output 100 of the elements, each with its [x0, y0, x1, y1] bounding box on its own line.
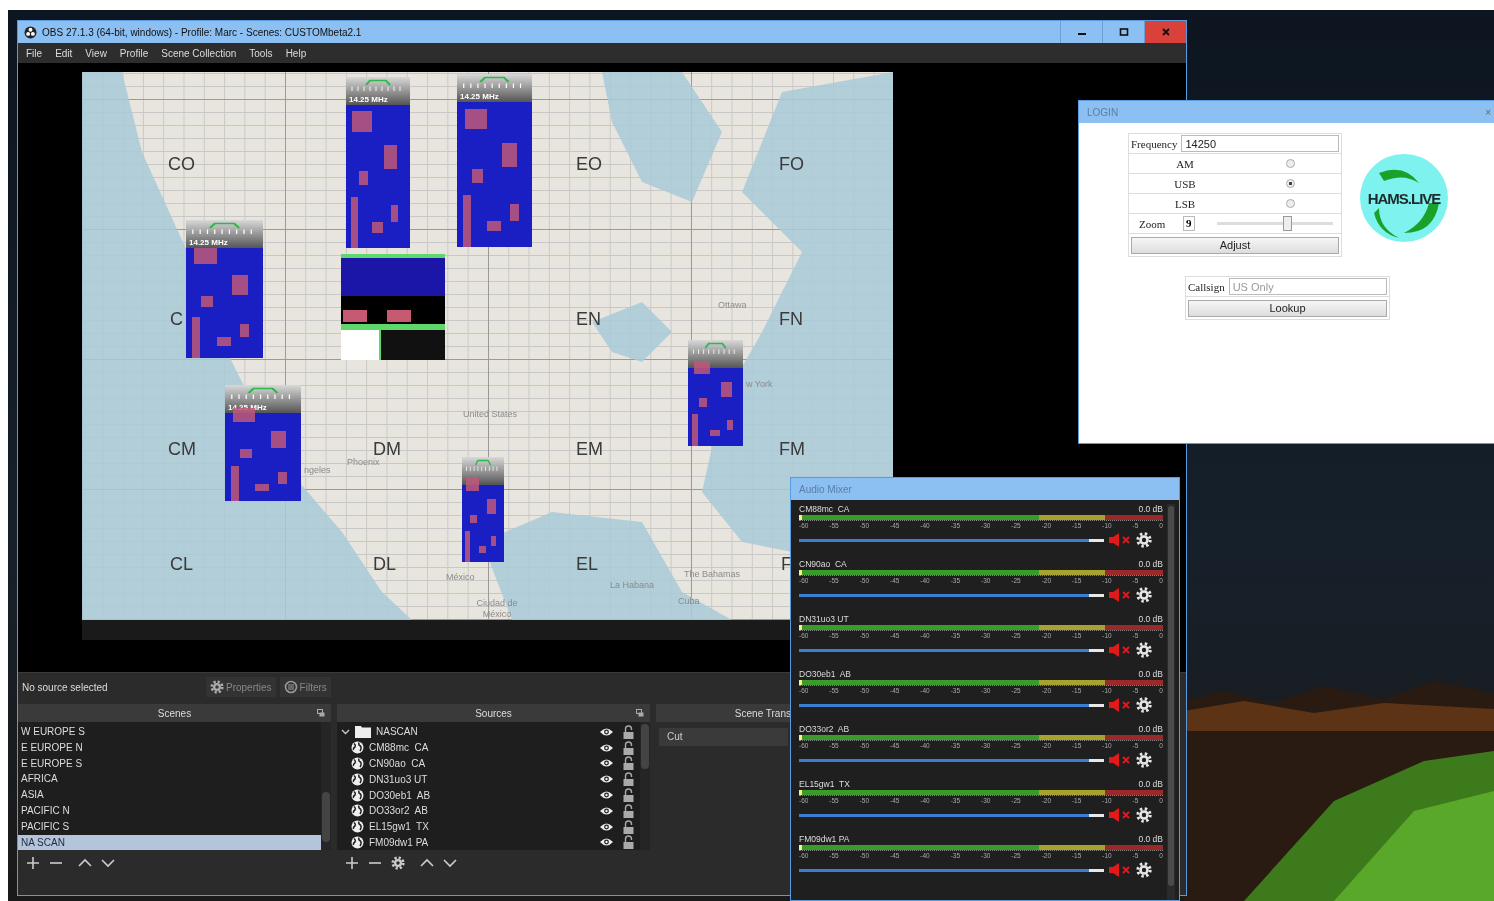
grid-square-label: F [781, 554, 792, 574]
speaker-icon[interactable] [1108, 588, 1132, 602]
source-item[interactable]: NASCAN [337, 724, 640, 740]
menu-item[interactable]: View [85, 47, 107, 59]
gear-icon[interactable] [1136, 642, 1152, 658]
lookup-button[interactable]: Lookup [1188, 299, 1387, 317]
gear-icon[interactable] [1136, 587, 1152, 603]
add-icon[interactable] [26, 856, 40, 870]
signal-mark [502, 143, 517, 168]
gear-icon[interactable] [1136, 532, 1152, 548]
scene-item[interactable]: AFRICA [18, 771, 321, 788]
source-item[interactable]: DO33or2 AB [337, 803, 640, 819]
grid-square-label: EL [576, 554, 599, 574]
radio-button[interactable] [1286, 179, 1295, 188]
frequency-field[interactable]: 14250 [1181, 135, 1339, 152]
scrollbar[interactable] [1167, 504, 1175, 900]
globe-icon [351, 804, 364, 818]
scene-item[interactable]: E EUROPE S [18, 755, 321, 772]
menu-item[interactable]: Help [285, 47, 307, 59]
move-down-icon[interactable] [101, 856, 115, 870]
menu-item[interactable]: Profile [119, 47, 149, 59]
eye-icon[interactable] [599, 805, 614, 816]
toolbar-button[interactable]: Filters [279, 677, 331, 697]
lock-icon[interactable] [623, 724, 634, 739]
lock-icon[interactable] [623, 803, 634, 818]
speaker-icon[interactable] [1108, 533, 1132, 547]
source-item[interactable]: CM88mc CA [337, 739, 640, 756]
signal-mark [358, 171, 369, 185]
add-icon[interactable] [345, 856, 359, 870]
callsign-field[interactable]: US Only [1228, 278, 1387, 295]
toolbar-button[interactable]: Properties [206, 677, 276, 697]
undock-icon[interactable] [317, 709, 325, 717]
signal-mark [692, 414, 698, 446]
chevron-icon[interactable] [341, 727, 350, 737]
speaker-icon[interactable] [1108, 808, 1132, 822]
gear-icon[interactable] [1136, 752, 1152, 768]
radio-button[interactable] [1286, 199, 1295, 208]
speaker-icon[interactable] [1108, 698, 1132, 712]
panel-title: Scenes [157, 707, 192, 719]
lock-icon[interactable] [623, 772, 634, 787]
eye-icon[interactable] [599, 774, 614, 785]
window-title: LOGIN [1087, 106, 1119, 118]
source-item[interactable]: DO30eb1 AB [337, 787, 640, 803]
source-item[interactable]: EL15gw1 TX [337, 818, 640, 835]
grid-square-label: CL [170, 554, 193, 574]
scene-item[interactable]: E EUROPE N [18, 739, 321, 756]
signal-mark [201, 295, 213, 307]
speaker-icon[interactable] [1108, 753, 1132, 767]
channel-name: EL15gw1 TX [799, 779, 850, 790]
scrollbar[interactable] [640, 722, 650, 850]
maximize-icon [1118, 27, 1129, 37]
adjust-button[interactable]: Adjust [1131, 236, 1339, 254]
lock-icon[interactable] [623, 788, 634, 803]
eye-icon[interactable] [599, 742, 614, 753]
close-button[interactable] [1144, 21, 1186, 43]
grid-square-label: C [170, 309, 183, 329]
lock-icon[interactable] [623, 835, 634, 850]
eye-icon[interactable] [599, 837, 614, 848]
gear-icon[interactable] [391, 856, 405, 870]
radio-button[interactable] [1286, 159, 1295, 168]
logo-icon [24, 25, 37, 39]
eye-icon[interactable] [599, 758, 614, 769]
source-item[interactable]: DN31uo3 UT [337, 771, 640, 788]
globe-icon [351, 820, 364, 834]
scene-item[interactable]: PACIFIC S [18, 818, 321, 835]
lock-icon[interactable] [623, 819, 634, 834]
volume-reading: 0.0 dB [1138, 724, 1163, 735]
eye-icon[interactable] [599, 726, 614, 737]
gear-icon[interactable] [1136, 697, 1152, 713]
lock-icon[interactable] [623, 756, 634, 771]
scene-item[interactable]: PACIFIC N [18, 803, 321, 819]
signal-mark [351, 196, 358, 248]
slider-handle[interactable] [1283, 216, 1293, 231]
scrollbar[interactable] [321, 722, 331, 850]
speaker-icon[interactable] [1108, 643, 1132, 657]
lock-icon[interactable] [623, 740, 634, 755]
signal-mark [693, 361, 710, 374]
speaker-icon[interactable] [1108, 863, 1132, 877]
signal-mark [464, 108, 487, 130]
scene-item[interactable]: W EUROPE S [18, 724, 321, 740]
panel-title: Scene Trans [734, 707, 791, 719]
source-item[interactable]: CN90ao CA [337, 755, 640, 772]
menu-item[interactable]: Edit [55, 47, 73, 59]
menu-item[interactable]: Tools [249, 47, 273, 59]
menu-item[interactable]: File [26, 47, 43, 59]
signal-mark [232, 408, 256, 423]
zoom-field[interactable]: 9 [1183, 216, 1195, 231]
channel-name: DO30eb1 AB [799, 669, 851, 680]
scene-item[interactable]: NA SCAN [18, 834, 321, 851]
signal-mark [466, 478, 479, 491]
gear-icon[interactable] [1136, 862, 1152, 878]
scene-item[interactable]: ASIA [18, 787, 321, 803]
eye-icon[interactable] [599, 790, 614, 801]
transition-dropdown[interactable]: Cut [659, 728, 788, 746]
eye-icon[interactable] [599, 821, 614, 832]
menu-item[interactable]: Scene Collection [161, 47, 237, 59]
source-item[interactable]: FM09dw1 PA [337, 834, 640, 851]
move-down-icon[interactable] [443, 856, 457, 870]
undock-icon[interactable] [636, 709, 644, 717]
gear-icon[interactable] [1136, 807, 1152, 823]
